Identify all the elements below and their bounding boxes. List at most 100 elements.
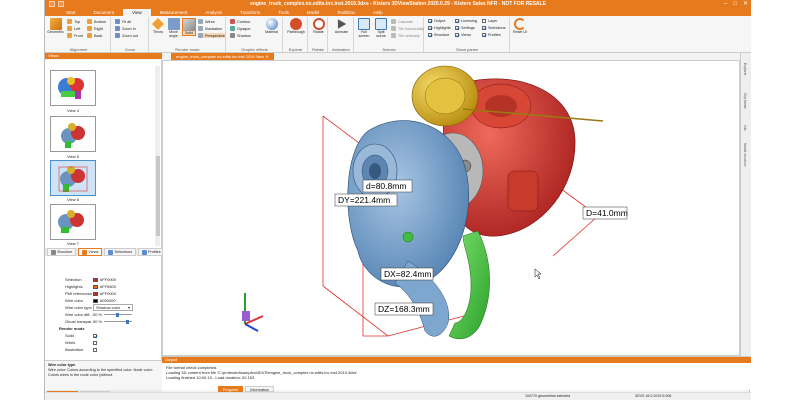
view-thumbnail[interactable] [50,116,96,152]
dimension-dy: DY=221.4mm [338,195,390,205]
tile-vertical-icon [391,33,396,38]
slider-thumb[interactable] [116,312,120,317]
scroll-thumb[interactable] [155,156,160,236]
view-thumbnail-selected[interactable] [50,160,96,196]
menu-measurement[interactable]: Measurement [151,9,197,16]
align-bottom-button[interactable]: Bottom [87,19,106,24]
wires-button[interactable]: Wires [198,19,215,24]
property-row[interactable]: Ghost transpar... 50 % [45,318,157,325]
property-row[interactable]: Highlights #FF6600 [45,283,157,290]
document-tab[interactable]: engine_truck_complex.nx.edits.inc.inst.2… [171,53,274,60]
3d-viewport[interactable]: d=80.8mm DY=221.4mm D=41.0mm DX=82.4mm D… [162,60,740,356]
pane-selections-checkbox[interactable]: Selections [482,26,506,30]
menu-start[interactable]: Start [57,9,85,16]
mouse-cursor [534,268,542,280]
property-row[interactable]: Wire color type Shadow color ▾ [45,304,157,311]
tab-views[interactable]: Views [78,248,103,256]
perspective-button[interactable]: Perspective [198,33,225,38]
cube-icon [49,18,62,30]
slider-thumb[interactable] [126,319,130,324]
reset-ui-button[interactable]: Reset UI [512,18,528,34]
zoom-out-button[interactable]: Zoom out [115,33,138,38]
animate-button[interactable]: Animate [331,18,352,34]
property-row[interactable]: Wire color diff... 50 % [45,311,157,318]
tile-vertically-button[interactable]: Tile vertically [391,33,420,38]
wire-color-type-select[interactable]: Shadow color ▾ [93,304,133,311]
menu-transform[interactable]: Transform [231,9,269,16]
tile-horizontally-button[interactable]: Tile horizontally [391,26,424,31]
split-scene-button[interactable]: Split scene [373,18,389,38]
ghost-transparency-slider[interactable] [104,319,133,324]
zoom-in-button[interactable]: Zoom in [115,26,136,31]
fit-all-button[interactable]: Fit all [115,19,131,24]
group-render-mode: Throw Move angle Solid Wires Illustratio… [150,17,226,52]
shadow-button[interactable]: Shadow [230,33,251,38]
bottom-view-icon [87,19,92,24]
views-pane-header: Views [45,53,162,59]
align-front-button[interactable]: Front [67,33,83,38]
pane-structure-checkbox[interactable]: Structure [428,33,449,37]
property-row[interactable]: Wires [45,339,157,346]
pane-profiles-checkbox[interactable]: Profiles [482,33,501,37]
wires-checkbox[interactable] [93,340,97,345]
material-button[interactable]: Material [263,18,280,34]
pane-layer-checkbox[interactable]: Layer [482,19,498,23]
group-explore: Pathtrough Explore [284,17,308,52]
opaque-button[interactable]: Opaque [230,26,251,31]
pane-licensing-checkbox[interactable]: Licensing [455,19,477,23]
sidebar-tab-model-structure[interactable]: Model structure [743,143,747,166]
cascade-button[interactable]: Cascade [391,19,413,24]
left-view-icon [67,26,72,31]
illustration-button[interactable]: Illustration [198,26,222,31]
menu-help[interactable]: Help [364,9,391,16]
pathtrough-button[interactable]: Pathtrough [286,18,306,34]
menu-tools[interactable]: Tools [269,9,298,16]
tab-selections[interactable]: Selections [104,248,136,256]
rotate-button[interactable]: Rotate [311,18,326,34]
pane-settings-checkbox[interactable]: Settings [455,26,475,30]
throw-button[interactable]: Throw [151,18,165,34]
property-section[interactable]: Render mode [45,325,157,332]
solid-button[interactable]: Solid [182,18,196,36]
maximize-icon[interactable]: □ [733,0,737,9]
menu-view[interactable]: View [123,9,151,16]
sidebar-tab-clip-frame[interactable]: Clip frame [743,93,747,108]
pane-output-checkbox[interactable]: Output [428,19,445,23]
turbocharger-model[interactable]: d=80.8mm DY=221.4mm D=41.0mm DX=82.4mm D… [163,61,740,356]
solid-checkbox[interactable] [93,333,97,338]
minimize-icon[interactable]: – [724,0,727,9]
view-thumbnail[interactable] [50,204,96,240]
tab-structure[interactable]: Structure [47,248,77,256]
tab-profiles[interactable]: Profiles [138,248,165,256]
menu-analysis[interactable]: Analysis [196,9,231,16]
ribbon: Geometric Top Left Front Bottom Right Ba… [45,16,751,53]
align-top-button[interactable]: Top [67,19,80,24]
sidebar-tab-info[interactable]: Info [743,125,747,131]
menu-model[interactable]: Model [298,9,328,16]
property-row[interactable]: PMI references #FF0000 [45,290,157,297]
menu-textildoc[interactable]: TextilDoc [328,9,364,16]
illustration-checkbox[interactable] [93,347,97,352]
menu-document[interactable]: Document [85,9,124,16]
view-thumbnail[interactable] [50,70,96,106]
full-screen-button[interactable]: Full screen [356,18,372,38]
property-row[interactable]: Solid [45,332,157,339]
wire-color-slider[interactable] [104,312,133,317]
property-row[interactable]: Selection #FF0000 [45,276,157,283]
close-icon[interactable]: ✕ [743,0,748,9]
views-scrollbar[interactable] [155,66,160,246]
perspective-icon [198,33,203,38]
sidebar-tab-explorer[interactable]: Explorer [743,63,747,76]
pane-views-checkbox[interactable]: Views [455,33,471,37]
align-right-button[interactable]: Right [87,26,103,31]
view-6-image [58,166,88,192]
pane-highlights-checkbox[interactable]: Highlights [428,26,451,30]
align-back-button[interactable]: Back [87,33,102,38]
geometric-button[interactable]: Geometric [47,18,64,34]
contour-button[interactable]: Contour [230,19,251,24]
align-left-button[interactable]: Left [67,26,80,31]
property-row[interactable]: Wire color #000000 [45,297,157,304]
move-angle-button[interactable]: Move angle [166,18,181,38]
close-tab-icon[interactable]: ✕ [265,54,268,59]
property-row[interactable]: Illustration [45,346,157,353]
